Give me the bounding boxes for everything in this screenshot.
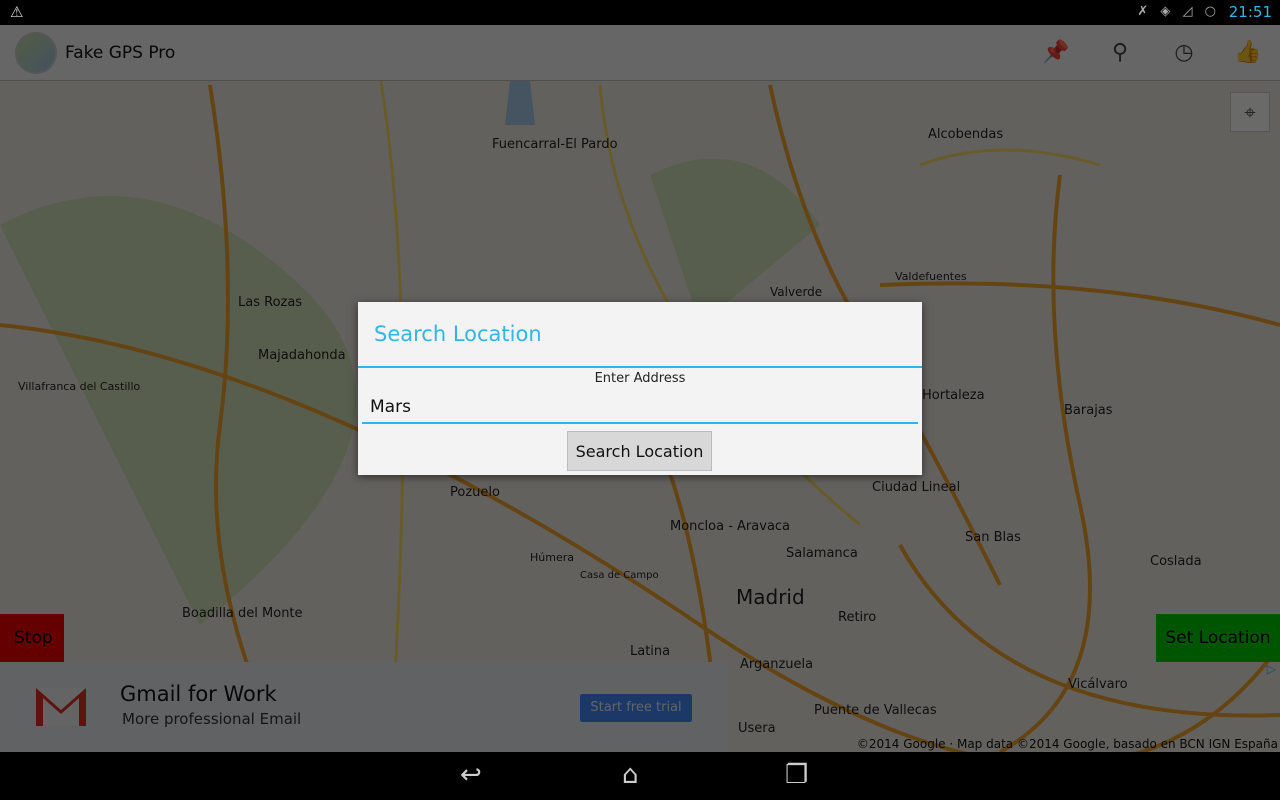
app-title: Fake GPS Pro: [65, 43, 176, 63]
map-label: Latina: [630, 644, 671, 659]
crosshair-icon: ⌖: [1244, 100, 1256, 124]
search-icon[interactable]: ⚲: [1106, 39, 1134, 67]
ad-cta-button[interactable]: Start free trial: [580, 694, 692, 722]
map-label: Coslada: [1150, 554, 1202, 569]
navigation-bar: ↩ ⌂ ❐: [0, 752, 1280, 800]
set-location-button[interactable]: Set Location: [1156, 614, 1280, 662]
address-input[interactable]: [362, 392, 918, 424]
map-label: Ciudad Lineal: [872, 480, 961, 495]
map-copyright: ©2014 Google · Map data ©2014 Google, ba…: [856, 737, 1278, 751]
map-label: Villafranca del Castillo: [18, 380, 141, 393]
map-label: Pozuelo: [450, 485, 500, 500]
recents-icon[interactable]: ❐: [785, 760, 808, 790]
search-location-button[interactable]: Search Location: [567, 431, 712, 471]
ad-title: Gmail for Work: [120, 682, 277, 706]
search-location-dialog: Search Location Enter Address Search Loc…: [358, 302, 922, 475]
home-icon[interactable]: ⌂: [622, 760, 639, 790]
map-label: Casa de Campo: [580, 570, 659, 581]
map-label: Moncloa - Aravaca: [670, 519, 791, 534]
map-label: Usera: [738, 721, 776, 736]
map-label: Madrid: [736, 585, 805, 609]
map-label: Las Rozas: [238, 295, 303, 310]
map-label: Majadahonda: [258, 348, 346, 363]
map-label: San Blas: [965, 530, 1021, 545]
history-icon[interactable]: ◷: [1170, 39, 1198, 67]
map-label: Valverde: [770, 285, 823, 299]
map-label: Fuencarral-El Pardo: [492, 137, 618, 152]
dialog-title: Search Location: [374, 322, 542, 346]
map-label: Puente de Vallecas: [814, 703, 937, 718]
stop-button[interactable]: Stop: [0, 614, 64, 662]
address-label: Enter Address: [594, 371, 686, 386]
pin-icon[interactable]: 📌: [1042, 39, 1070, 67]
action-bar: Fake GPS Pro 📌 ⚲ ◷ 👍: [0, 25, 1280, 81]
map-label: Vicálvaro: [1068, 677, 1128, 692]
adchoices-icon[interactable]: ▷: [1267, 662, 1276, 676]
my-location-button[interactable]: ⌖: [1230, 92, 1270, 132]
map-label: Arganzuela: [740, 657, 814, 672]
thumbs-up-icon[interactable]: 👍: [1234, 39, 1262, 67]
app-logo[interactable]: [15, 32, 57, 74]
ad-subtitle: More professional Email: [122, 710, 302, 728]
ad-banner[interactable]: Gmail for Work More professional Email S…: [0, 662, 728, 752]
dialog-divider: [358, 366, 922, 368]
map-label: Alcobendas: [928, 127, 1004, 142]
map-label: Retiro: [838, 610, 877, 625]
map-label: Salamanca: [786, 546, 858, 561]
map-label: Boadilla del Monte: [182, 606, 303, 621]
map-label: Valdefuentes: [895, 270, 967, 283]
back-icon[interactable]: ↩: [460, 760, 482, 790]
map-label: Húmera: [530, 551, 574, 564]
gmail-logo-icon: [36, 688, 86, 726]
map-label: Barajas: [1064, 403, 1113, 418]
map-label: Hortaleza: [922, 388, 985, 403]
